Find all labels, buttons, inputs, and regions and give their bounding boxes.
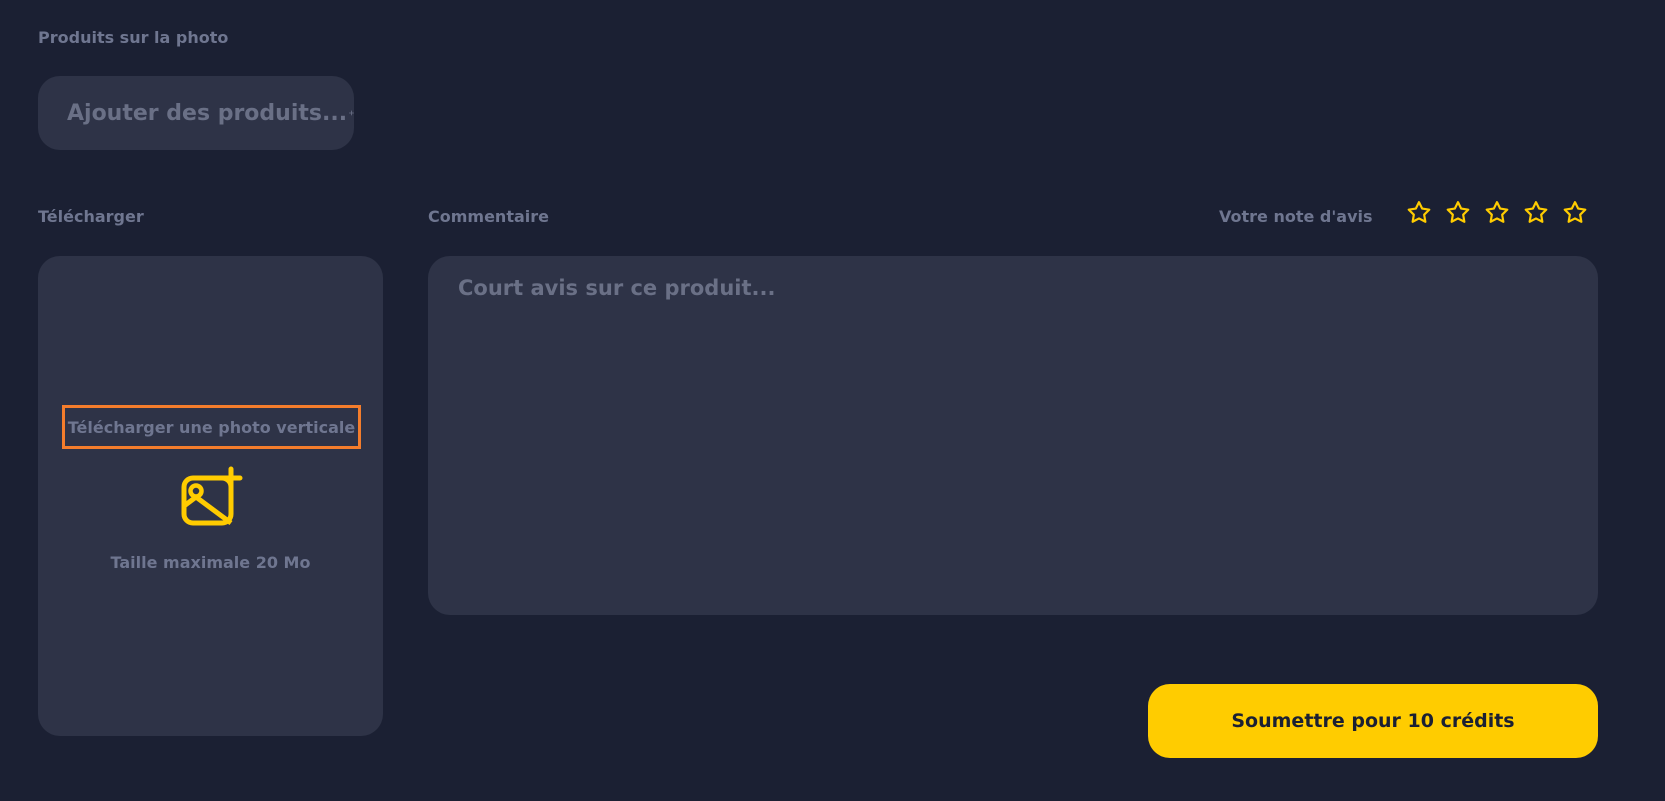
upload-prompt: Télécharger une photo verticale (67, 417, 356, 437)
plus-icon (349, 110, 354, 116)
star-icon[interactable] (1406, 200, 1432, 226)
image-add-icon (181, 466, 243, 526)
star-icon[interactable] (1523, 200, 1549, 226)
upload-section-label: Télécharger (38, 207, 144, 226)
upload-prompt-highlight: Télécharger une photo verticale (62, 405, 361, 449)
add-products-button[interactable]: Ajouter des produits... (38, 76, 354, 150)
star-icon[interactable] (1445, 200, 1471, 226)
add-products-label: Ajouter des produits... (67, 100, 348, 126)
star-rating (1406, 200, 1588, 226)
submit-button[interactable]: Soumettre pour 10 crédits (1148, 684, 1598, 758)
rating-label: Votre note d'avis (1219, 207, 1373, 226)
photo-upload-dropzone[interactable]: Télécharger une photo verticale Taille m… (38, 256, 383, 736)
star-icon[interactable] (1562, 200, 1588, 226)
products-section-label: Produits sur la photo (38, 28, 229, 47)
comment-textarea[interactable] (428, 256, 1598, 615)
max-size-note: Taille maximale 20 Mo (110, 553, 311, 572)
review-form: Produits sur la photo Ajouter des produi… (0, 0, 1665, 801)
comment-section-label: Commentaire (428, 207, 549, 226)
star-icon[interactable] (1484, 200, 1510, 226)
